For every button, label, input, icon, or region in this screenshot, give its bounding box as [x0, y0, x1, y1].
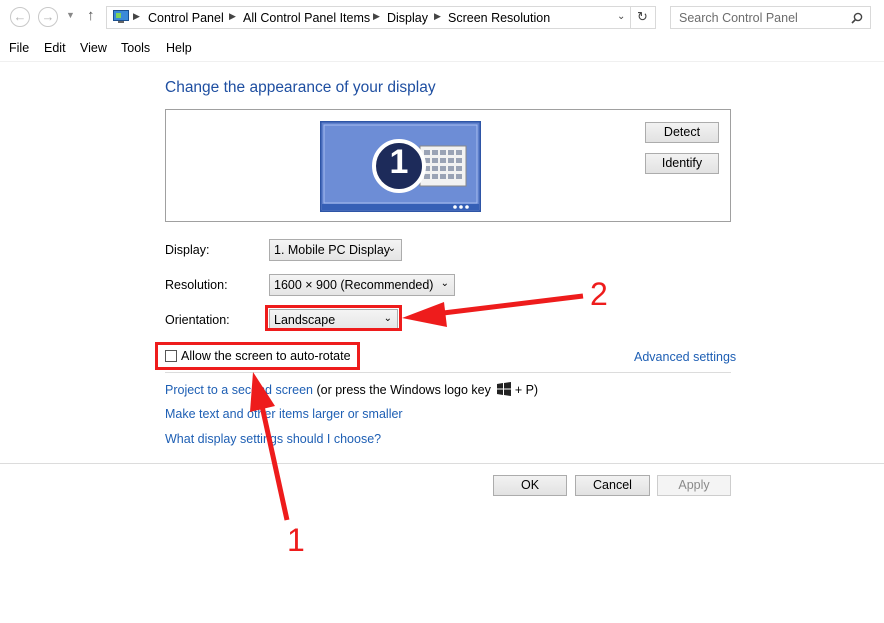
callout-1-label: 1: [287, 522, 305, 558]
arrow-2-icon: [402, 293, 584, 327]
arrow-1-icon: [250, 372, 290, 521]
annotation-arrows-layer: [250, 293, 584, 521]
callout-2-label: 2: [590, 276, 608, 312]
